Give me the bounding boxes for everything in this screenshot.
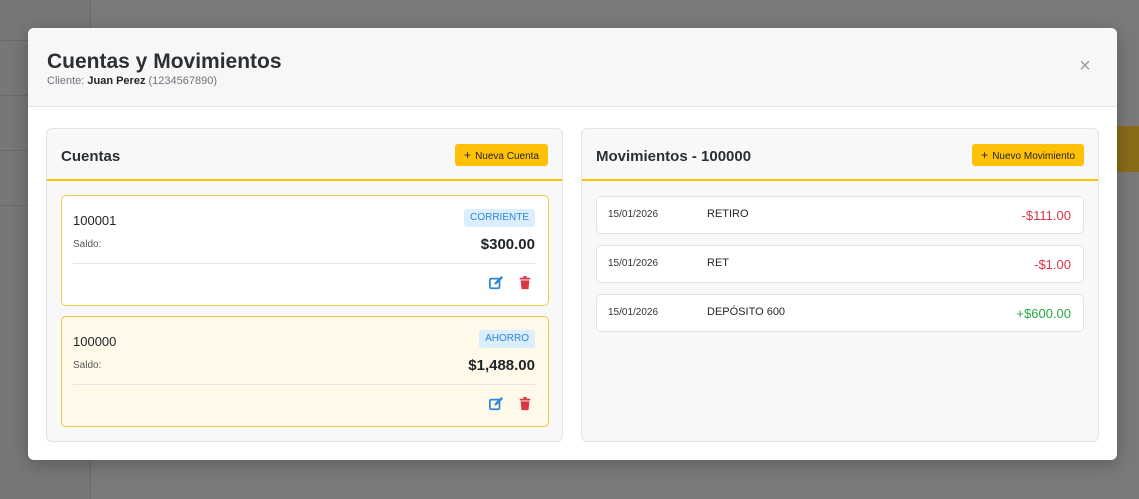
movement-description: RET (707, 257, 729, 269)
movement-amount: -$1.00 (1034, 257, 1071, 272)
account-type-badge: CORRIENTE (464, 209, 535, 227)
movement-row[interactable]: 15/01/2026 RET -$1.00 (596, 245, 1084, 283)
account-number: 100000 (73, 334, 117, 349)
account-balance: $300.00 (480, 236, 535, 253)
card-divider (73, 263, 535, 264)
movements-panel-header: Movimientos - 100000 + Nuevo Movimiento (582, 129, 1098, 181)
client-name: Juan Perez (87, 75, 146, 87)
saldo-label: Saldo: (73, 239, 102, 250)
movement-date: 15/01/2026 (608, 258, 659, 269)
movement-description: RETIRO (707, 208, 749, 220)
account-number: 100001 (73, 213, 117, 228)
accounts-panel-title: Cuentas (61, 148, 121, 165)
account-type-badge: AHORRO (479, 330, 535, 348)
movement-amount: -$111.00 (1021, 208, 1071, 223)
client-info: Cliente: Juan Perez (1234567890) (47, 74, 1117, 88)
plus-icon: + (981, 148, 989, 162)
accounts-panel-header: Cuentas + Nueva Cuenta (47, 129, 562, 181)
account-card-100000[interactable]: 100000 AHORRO Saldo: $1,488.00 (61, 316, 549, 427)
movement-description: DEPÓSITO 600 (707, 306, 786, 318)
movement-date: 15/01/2026 (608, 307, 659, 318)
edit-icon[interactable] (489, 397, 503, 411)
saldo-label: Saldo: (73, 360, 102, 371)
modal-title: Cuentas y Movimientos (47, 50, 282, 73)
client-id: (1234567890) (148, 75, 218, 87)
new-movement-label: Nuevo Movimiento (992, 151, 1075, 162)
account-card-100001[interactable]: 100001 CORRIENTE Saldo: $300.00 (61, 195, 549, 306)
client-label: Cliente: (47, 75, 85, 87)
close-icon[interactable]: × (1077, 56, 1093, 76)
movement-row[interactable]: 15/01/2026 DEPÓSITO 600 +$600.00 (596, 294, 1084, 332)
edit-icon[interactable] (489, 276, 503, 290)
plus-icon: + (464, 148, 472, 162)
accounts-modal: Cuentas y Movimientos Cliente: Juan Pere… (28, 28, 1117, 460)
card-divider (73, 384, 535, 385)
new-account-button[interactable]: + Nueva Cuenta (455, 144, 548, 166)
trash-icon[interactable] (518, 276, 532, 290)
trash-icon[interactable] (518, 397, 532, 411)
movement-amount: +$600.00 (1016, 306, 1071, 321)
new-movement-button[interactable]: + Nuevo Movimiento (972, 144, 1084, 166)
new-account-label: Nueva Cuenta (475, 151, 539, 162)
movements-panel-title: Movimientos - 100000 (596, 148, 752, 165)
accounts-panel: Cuentas + Nueva Cuenta 100001 CORRIENTE S… (46, 128, 563, 442)
movements-panel: Movimientos - 100000 + Nuevo Movimiento 1… (581, 128, 1099, 442)
modal-header: Cuentas y Movimientos Cliente: Juan Pere… (28, 28, 1117, 107)
movement-row[interactable]: 15/01/2026 RETIRO -$111.00 (596, 196, 1084, 234)
movement-date: 15/01/2026 (608, 209, 659, 220)
account-balance: $1,488.00 (468, 357, 535, 374)
